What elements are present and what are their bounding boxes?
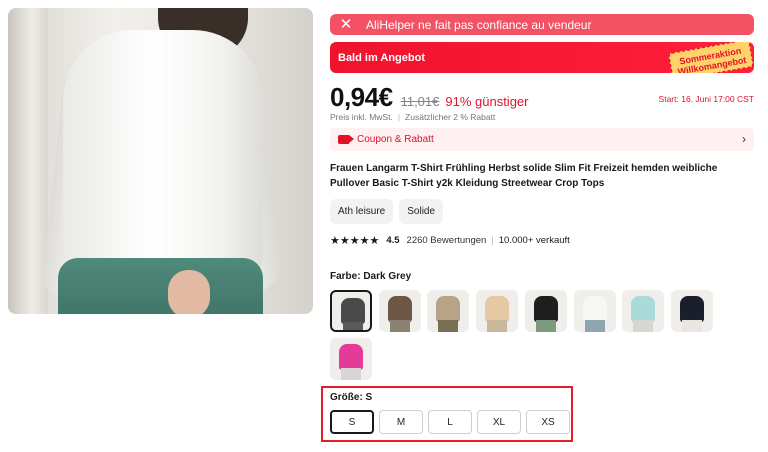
swatch-pants — [343, 322, 363, 330]
extra-discount-text: Zusätzlicher 2 % Rabatt — [405, 112, 496, 122]
swatch-pants — [535, 320, 556, 332]
color-swatch[interactable] — [476, 290, 519, 332]
swatch-shirt — [631, 296, 656, 322]
close-icon[interactable]: ✕ — [338, 17, 354, 32]
color-swatch[interactable] — [622, 290, 665, 332]
swatch-pants — [633, 320, 654, 332]
color-swatch[interactable] — [524, 290, 567, 332]
swatch-pants — [584, 320, 605, 332]
swatch-shirt — [387, 296, 412, 322]
star-rating-icon: ★★★★★ — [330, 235, 380, 247]
size-option[interactable]: XS — [526, 410, 570, 434]
photo-curtain — [8, 8, 48, 314]
coupon-row[interactable]: Coupon & Rabatt › — [330, 128, 754, 151]
sale-start-time: Start: 16. Juni 17:00 CST — [658, 94, 754, 104]
size-options: S M L XL XS — [330, 410, 570, 434]
attribute-chips: Ath leisure Solide — [330, 199, 444, 224]
color-swatch[interactable] — [330, 290, 372, 332]
promo-badge: Sommeraktion Willkomangebot — [668, 42, 754, 73]
rating-score: 4.5 — [386, 235, 400, 246]
size-option[interactable]: XL — [477, 410, 521, 434]
swatch-shirt — [679, 296, 704, 322]
review-count[interactable]: 2260 Bewertungen — [407, 235, 487, 246]
seller-warning-banner: ✕ AliHelper ne fait pas confiance au ven… — [330, 14, 754, 35]
tax-incl-text: Preis inkl. MwSt. — [330, 112, 393, 122]
photo-shirt — [63, 30, 263, 275]
swatch-pants — [341, 368, 361, 380]
size-label: Größe: S — [330, 392, 373, 403]
size-option[interactable]: L — [428, 410, 472, 434]
chip-ath-leisure[interactable]: Ath leisure — [330, 199, 394, 224]
swatch-shirt — [341, 298, 365, 324]
color-swatch[interactable] — [427, 290, 470, 332]
swatch-pants — [438, 320, 459, 332]
color-swatch[interactable] — [378, 290, 421, 332]
product-title: Frauen Langarm T-Shirt Frühling Herbst s… — [330, 163, 718, 189]
size-option[interactable]: M — [379, 410, 423, 434]
deal-banner: Bald im Angebot Sommeraktion Willkomange… — [330, 42, 754, 73]
price-row: 0,94€ 11,01€ 91% günstiger Start: 16. Ju… — [330, 82, 754, 112]
separator: | — [491, 235, 494, 246]
swatch-shirt — [339, 344, 363, 370]
deal-text: Bald im Angebot — [338, 51, 425, 64]
swatch-shirt — [533, 296, 558, 322]
chevron-right-icon: › — [742, 132, 746, 146]
photo-jeans — [58, 258, 263, 314]
separator: | — [397, 112, 401, 122]
swatch-shirt — [582, 296, 607, 322]
photo-hand — [168, 270, 210, 314]
swatch-shirt — [485, 296, 510, 322]
coupon-text: Coupon & Rabatt — [357, 134, 434, 145]
rating-row[interactable]: ★★★★★ 4.5 2260 Bewertungen | 10.000+ ver… — [330, 234, 570, 247]
product-image[interactable] — [8, 8, 313, 314]
tag-icon — [338, 135, 354, 144]
color-swatch[interactable] — [330, 338, 372, 380]
sold-count: 10.000+ verkauft — [498, 235, 570, 246]
original-price: 11,01€ — [400, 94, 440, 109]
swatch-shirt — [436, 296, 461, 322]
swatch-pants — [389, 320, 410, 332]
current-price: 0,94€ — [330, 82, 393, 112]
discount-label: 91% günstiger — [445, 94, 529, 109]
chip-solide[interactable]: Solide — [399, 199, 444, 224]
color-label: Farbe: Dark Grey — [330, 271, 412, 282]
swatch-pants — [681, 320, 702, 332]
color-swatch[interactable] — [573, 290, 616, 332]
swatch-pants — [487, 320, 508, 332]
color-swatch[interactable] — [670, 290, 713, 332]
seller-warning-text: AliHelper ne fait pas confiance au vende… — [366, 17, 592, 32]
size-option[interactable]: S — [330, 410, 374, 434]
tax-info: Preis inkl. MwSt. | Zusätzlicher 2 % Rabat… — [330, 112, 495, 122]
